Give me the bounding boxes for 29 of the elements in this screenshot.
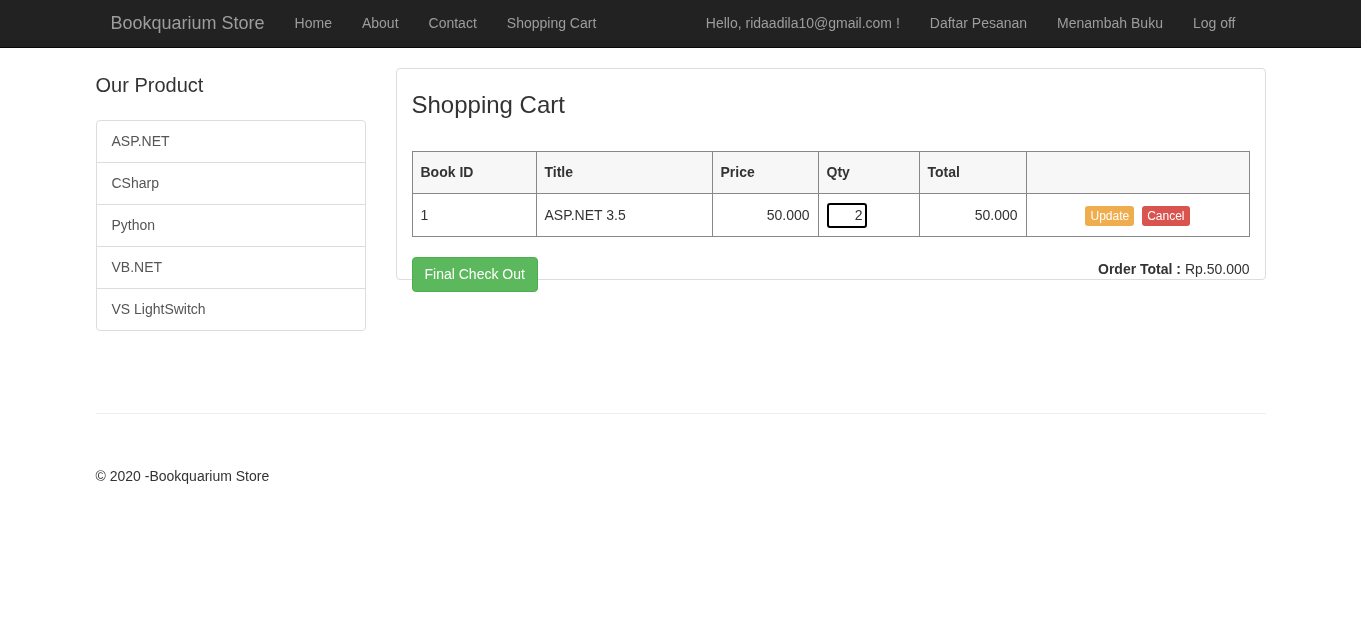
nav-link[interactable]: Hello, ridaadila10@gmail.com ! — [690, 13, 915, 34]
nav-link[interactable]: Menambah Buku — [1042, 13, 1178, 34]
column-header: Book ID — [412, 151, 536, 194]
product-category-item[interactable]: ASP.NET — [96, 121, 365, 162]
nav-link[interactable]: Home — [279, 13, 347, 34]
table-cell: 50.000 — [712, 193, 818, 237]
order-total: Order Total : Rp.50.000 — [1098, 260, 1250, 279]
nav-link[interactable]: About — [346, 13, 414, 34]
nav-link[interactable]: Shopping Cart — [491, 13, 612, 34]
column-header: Price — [712, 151, 818, 194]
qty-input[interactable]: 2 — [826, 202, 867, 228]
nav-link[interactable]: Log off — [1177, 13, 1251, 34]
product-category-item[interactable]: Python — [96, 204, 365, 246]
cart-title: Shopping Cart — [411, 90, 566, 120]
footer-text: © 2020 -Bookquarium Store — [95, 467, 271, 486]
nav-link[interactable]: Contact — [413, 13, 492, 34]
product-category-item[interactable]: CSharp — [96, 162, 365, 204]
product-category-item[interactable]: VS LightSwitch — [96, 288, 365, 330]
table-cell: 50.000 — [919, 193, 1026, 237]
product-category-item[interactable]: VB.NET — [96, 246, 365, 288]
brand-link[interactable]: Bookquarium Store — [110, 10, 265, 37]
sidebar-title: Our Product — [95, 73, 205, 98]
column-header: Total — [919, 151, 1026, 194]
nav-link[interactable]: Daftar Pesanan — [914, 13, 1043, 34]
cancel-button[interactable]: Cancel — [1142, 205, 1190, 226]
column-header: Title — [536, 151, 712, 194]
table-cell: 1 — [412, 193, 536, 237]
column-header: Qty — [818, 151, 919, 194]
table-cell: ASP.NET 3.5 — [536, 193, 712, 237]
